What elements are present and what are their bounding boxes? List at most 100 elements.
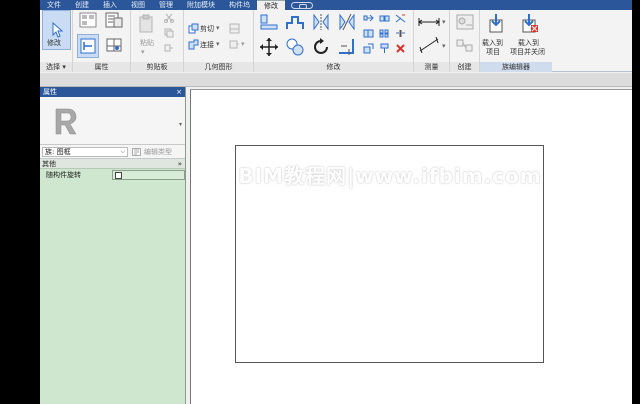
offset-button[interactable]: [284, 12, 306, 32]
panel-geometry-label: 几何图形: [184, 62, 253, 72]
edit-type-icon: [132, 148, 141, 156]
array-icon[interactable]: [378, 28, 390, 38]
copy-button[interactable]: [162, 27, 176, 39]
mirror-pick-axis-button[interactable]: [310, 12, 332, 32]
align-button[interactable]: [258, 12, 280, 32]
chevron-down-icon: ⌵: [120, 148, 125, 155]
section-other-header[interactable]: 其他 »: [40, 159, 185, 169]
load-and-close-button[interactable]: [520, 12, 540, 34]
cut-geometry-label[interactable]: 剪切: [200, 24, 214, 34]
param-value-cell[interactable]: [112, 170, 185, 180]
properties-palette: 属性 × ▾ 族: 图框 ⌵ 编辑类型 其他 » 随构件旋转: [40, 87, 186, 404]
ribbon-minimize-toggle-icon[interactable]: [291, 2, 313, 9]
dimension-dropdown-icon[interactable]: ▾: [442, 42, 446, 50]
cut-dropdown-icon[interactable]: ▾: [216, 24, 220, 32]
panel-select-label[interactable]: 选择 ▾: [40, 62, 72, 72]
copy-move-button[interactable]: [284, 36, 306, 58]
rotate-button[interactable]: [310, 36, 332, 58]
type-selector[interactable]: ▾: [40, 97, 185, 145]
tab-view[interactable]: 视图: [124, 0, 152, 10]
load-and-close-label-line2: 项目并关闭: [510, 48, 545, 56]
create-assembly-button[interactable]: [454, 12, 476, 32]
type-properties-button[interactable]: [77, 34, 99, 58]
paste-icon: [139, 14, 153, 33]
rotate-icon: [314, 38, 328, 54]
copy-circles-icon: [286, 38, 304, 56]
panel-family-editor-label: 族编辑器: [480, 62, 552, 72]
tab-modify[interactable]: 修改: [257, 0, 285, 10]
cursor-arrow-icon: [52, 22, 63, 38]
family-category-button[interactable]: [103, 34, 125, 56]
create-group-button[interactable]: [454, 36, 476, 56]
paste-label: 粘贴: [140, 39, 154, 47]
revit-window: 文件 创建 插入 视图 管理 附加模块 构件坞 修改 修改 选择 ▾ 属性 粘贴…: [40, 0, 632, 404]
aligned-dimension-icon: [419, 37, 439, 53]
move-small-icon[interactable]: [362, 13, 374, 23]
load-into-project-icon: [489, 14, 503, 33]
split-face-icon[interactable]: [228, 22, 240, 34]
properties-close-icon[interactable]: ×: [176, 87, 182, 97]
rotate-with-component-checkbox[interactable]: [115, 172, 122, 179]
tab-insert[interactable]: 插入: [96, 0, 124, 10]
paste-dropdown-icon[interactable]: ▾: [141, 48, 145, 56]
split-element-icon[interactable]: [362, 28, 374, 38]
move-arrows-icon: [260, 38, 278, 56]
panel-properties-label: 属性: [73, 62, 130, 72]
align-icon: [260, 14, 278, 30]
properties-button[interactable]: [77, 11, 99, 29]
load-into-project-label-line2: 项目: [486, 48, 500, 56]
type-selector-dropdown-icon[interactable]: ▾: [179, 121, 182, 128]
offset-icon: [286, 16, 304, 29]
param-row-rotate-with-component: 随构件旋转: [40, 169, 185, 181]
mirror-pick-axis-icon: [313, 13, 329, 31]
modify-label: 修改: [47, 39, 61, 47]
section-collapse-icon[interactable]: »: [178, 159, 182, 169]
trim-extend-icon[interactable]: [394, 13, 406, 23]
tab-file[interactable]: 文件: [40, 0, 68, 10]
load-and-close-icon: [522, 14, 538, 33]
family-types-button[interactable]: [103, 11, 125, 29]
trim-corner-icon: [339, 39, 354, 55]
cut-to-clipboard-button[interactable]: [162, 12, 176, 24]
paint-icon[interactable]: [228, 38, 240, 50]
measure-dropdown-icon[interactable]: ▾: [442, 18, 446, 26]
copy-icon: [164, 28, 174, 38]
panel-geometry: 剪切 ▾ 连接 ▾ ▾ 几何图形: [184, 10, 254, 72]
join-geometry-label[interactable]: 连接: [200, 40, 214, 50]
measure-distance-button[interactable]: [417, 16, 441, 28]
edit-type-button[interactable]: 编辑类型: [132, 147, 172, 157]
tab-component-dock[interactable]: 构件坞: [222, 0, 257, 10]
panel-family-editor: 载入到 项目 载入到 项目并关闭 族编辑器: [480, 10, 552, 72]
mirror-draw-axis-button[interactable]: [336, 12, 358, 32]
split-gap-icon[interactable]: [394, 28, 406, 38]
scale-icon[interactable]: [362, 42, 374, 54]
aligned-dimension-button[interactable]: [417, 36, 441, 54]
move-button[interactable]: [258, 36, 280, 58]
tab-manage[interactable]: 管理: [152, 0, 180, 10]
paint-dropdown-icon[interactable]: ▾: [241, 40, 245, 48]
join-geometry-icon[interactable]: [187, 38, 199, 50]
ribbon: 修改 选择 ▾ 属性 粘贴 ▾ 剪贴板 剪切 ▾ 连接 ▾ ▾ 几何图形 修改 …: [40, 10, 632, 72]
options-bar: [40, 73, 632, 87]
type-properties-icon: [80, 38, 96, 54]
drawing-canvas[interactable]: [190, 89, 632, 404]
section-other-label: 其他: [42, 160, 56, 168]
join-dropdown-icon[interactable]: ▾: [216, 40, 220, 48]
paste-button[interactable]: [135, 11, 157, 37]
load-into-project-button[interactable]: [486, 12, 506, 34]
match-properties-button[interactable]: [162, 42, 176, 54]
tab-addins[interactable]: 附加模块: [180, 0, 222, 10]
family-filter-select[interactable]: 族: 图框 ⌵: [42, 147, 128, 157]
tab-create[interactable]: 创建: [68, 0, 96, 10]
match-properties-icon: [164, 44, 173, 52]
create-assembly-icon: [456, 14, 474, 30]
param-name: 随构件旋转: [46, 171, 81, 179]
family-category-icon: [106, 38, 122, 52]
properties-icon: [79, 12, 97, 28]
right-black-strip: [632, 0, 640, 404]
delete-icon[interactable]: [394, 42, 406, 54]
trim-corner-button[interactable]: [336, 36, 358, 58]
copy-element-icon[interactable]: [378, 13, 390, 23]
pin-icon[interactable]: [378, 42, 390, 54]
cut-geometry-icon[interactable]: [187, 22, 199, 34]
